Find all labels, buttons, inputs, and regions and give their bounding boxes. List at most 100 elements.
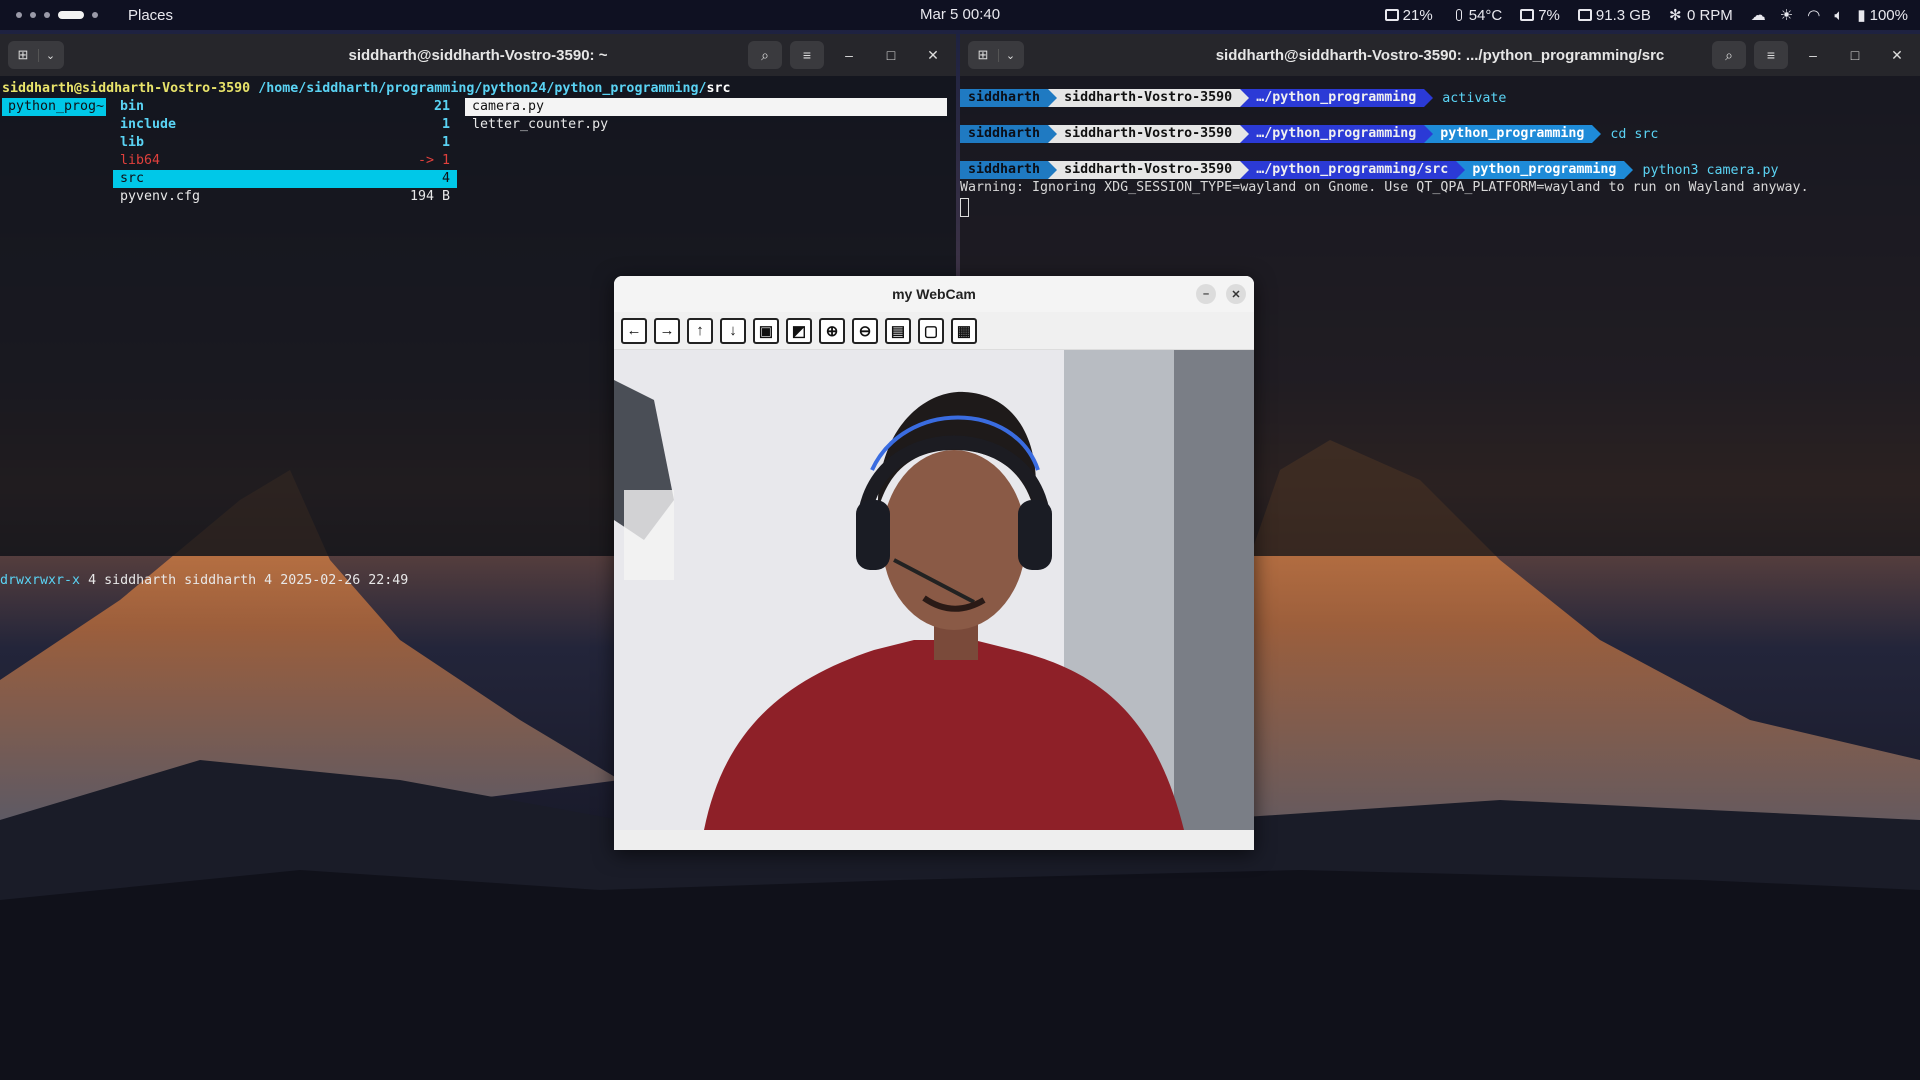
search-icon[interactable]: ⌕: [1712, 41, 1746, 69]
memory-icon: [1520, 9, 1535, 21]
ranger-parent-column[interactable]: python_prog~: [2, 98, 106, 116]
cpu-usage: 21%: [1402, 6, 1433, 24]
prompt-venv: python_programming: [1472, 162, 1617, 177]
list-item[interactable]: include 1: [113, 116, 457, 134]
list-item-selected[interactable]: src 4: [113, 170, 457, 188]
search-icon[interactable]: ⌕: [748, 41, 782, 69]
close-button[interactable]: ✕: [1880, 41, 1914, 69]
list-item[interactable]: pyvenv.cfg 194 B: [113, 188, 457, 206]
prompt-dir: …/python_programming: [1256, 126, 1417, 141]
ranger-current-dir: src: [706, 81, 731, 96]
list-item[interactable]: lib64 -> 1: [113, 152, 457, 170]
places-menu[interactable]: Places: [128, 7, 173, 24]
chevron-down-icon[interactable]: ⌄: [998, 48, 1022, 62]
webcam-statusbar: [614, 830, 1254, 850]
image-icon[interactable]: ▣: [753, 317, 779, 344]
volume-icon[interactable]: 🔈︎: [1834, 7, 1843, 24]
arrow-down-icon[interactable]: ↓: [720, 317, 746, 344]
new-tab-button[interactable]: ⊞ ⌄: [8, 41, 64, 69]
battery-level: 100%: [1869, 6, 1908, 24]
preview-file[interactable]: letter_counter.py: [465, 116, 947, 134]
ranger-preview-column[interactable]: camera.py letter_counter.py: [465, 98, 947, 134]
workspace-dot[interactable]: [30, 12, 36, 18]
preview-file-selected[interactable]: camera.py: [465, 98, 947, 116]
properties-icon[interactable]: ▦: [951, 317, 977, 344]
arrow-right-icon[interactable]: →: [654, 317, 680, 344]
minimize-button[interactable]: –: [1196, 284, 1216, 304]
arrow-up-icon[interactable]: ↑: [687, 317, 713, 344]
webcam-toolbar[interactable]: ← → ↑ ↓ ▣ ◩ ⊕ ⊖ ▤ ▢ ▦: [614, 312, 1254, 350]
ranger-user-host: siddharth@siddharth-Vostro-3590: [2, 81, 251, 96]
new-tab-button[interactable]: ⊞ ⌄: [968, 41, 1024, 69]
prompt-host: siddharth-Vostro-3590: [1064, 162, 1233, 177]
wifi-icon[interactable]: ◠: [1807, 6, 1820, 24]
workspace-dot[interactable]: [44, 12, 50, 18]
prompt-dir: …/python_programming: [1256, 90, 1417, 105]
file-permissions: drwxrwxr-x: [0, 573, 81, 588]
webcam-window[interactable]: my WebCam – ✕ ← → ↑ ↓ ▣ ◩ ⊕ ⊖ ▤ ▢ ▦: [614, 276, 1254, 850]
minimize-button[interactable]: –: [832, 41, 866, 69]
disk-free: 91.3 GB: [1595, 6, 1651, 24]
ranger-path: /home/siddharth/programming/python24/pyt…: [258, 81, 707, 96]
warning-output: Warning: Ignoring XDG_SESSION_TYPE=wayla…: [960, 180, 1809, 195]
save-icon[interactable]: ▤: [885, 317, 911, 344]
webcam-titlebar[interactable]: my WebCam – ✕: [614, 276, 1254, 312]
parent-dir-selected[interactable]: python_prog~: [2, 98, 106, 116]
zoom-in-icon[interactable]: ⊕: [819, 317, 845, 344]
arrow-left-icon[interactable]: ←: [621, 317, 647, 344]
extension-icon[interactable]: ☁: [1751, 6, 1766, 24]
prompt-dir: …/python_programming/src: [1256, 162, 1449, 177]
webcam-title: my WebCam: [892, 286, 976, 302]
webcam-image: [614, 350, 1254, 830]
fan-speed: 0 RPM: [1686, 6, 1733, 24]
workspace-dot[interactable]: [92, 12, 98, 18]
workspace-dot[interactable]: [16, 12, 22, 18]
list-item[interactable]: lib 1: [113, 134, 457, 152]
webcam-video-frame[interactable]: [614, 350, 1254, 830]
clock[interactable]: Mar 5 00:40: [920, 6, 1000, 23]
terminal-cursor: [960, 198, 969, 217]
workspace-indicator[interactable]: [16, 11, 98, 19]
workspace-active[interactable]: [58, 11, 84, 19]
fan-icon: [1669, 6, 1683, 24]
clipboard-icon[interactable]: ▢: [918, 317, 944, 344]
command-text: activate: [1442, 90, 1507, 106]
close-button[interactable]: ✕: [916, 41, 950, 69]
prompt-user: siddharth: [968, 126, 1041, 141]
terminal-titlebar[interactable]: ⊞ ⌄ siddharth@siddharth-Vostro-3590: ~ ⌕…: [0, 34, 956, 76]
command-text: python3 camera.py: [1642, 162, 1779, 178]
list-item[interactable]: bin 21: [113, 98, 457, 116]
close-button[interactable]: ✕: [1226, 284, 1246, 304]
maximize-button[interactable]: □: [1838, 41, 1872, 69]
prompt-line: siddharth siddharth-Vostro-3590 …/python…: [960, 161, 1779, 179]
cpu-temp: 54°C: [1468, 6, 1503, 24]
image-edit-icon[interactable]: ◩: [786, 317, 812, 344]
prompt-line: siddharth siddharth-Vostro-3590 …/python…: [960, 89, 1506, 107]
zoom-out-icon[interactable]: ⊖: [852, 317, 878, 344]
command-text: cd src: [1610, 126, 1659, 142]
new-tab-icon[interactable]: ⊞: [8, 47, 38, 63]
file-info: 4 siddharth siddharth 4 2025-02-26 22:49: [80, 573, 409, 588]
top-panel: Places Mar 5 00:40 21% 54°C 7% 91.3 GB 0…: [0, 0, 1920, 30]
brightness-icon[interactable]: ☀: [1780, 6, 1793, 24]
prompt-host: siddharth-Vostro-3590: [1064, 90, 1233, 105]
ranger-current-column[interactable]: bin 21 include 1 lib 1 lib64 -> 1 src 4 pyven…: [113, 98, 457, 206]
thermometer-icon: [1451, 9, 1465, 21]
terminal-titlebar[interactable]: ⊞ ⌄ siddharth@siddharth-Vostro-3590: ...…: [960, 34, 1920, 76]
cpu-icon: [1384, 9, 1399, 21]
maximize-button[interactable]: □: [874, 41, 908, 69]
new-tab-icon[interactable]: ⊞: [968, 47, 998, 63]
chevron-down-icon[interactable]: ⌄: [38, 48, 62, 62]
minimize-button[interactable]: –: [1796, 41, 1830, 69]
hamburger-menu-icon[interactable]: ≡: [790, 41, 824, 69]
battery-icon[interactable]: ▮: [1857, 6, 1865, 24]
prompt-line: siddharth siddharth-Vostro-3590 …/python…: [960, 125, 1658, 143]
memory-usage: 7%: [1538, 6, 1560, 24]
ranger-statusbar: drwxrwxr-x 4 siddharth siddharth 4 2025-…: [0, 572, 408, 590]
system-indicators[interactable]: 21% 54°C 7% 91.3 GB 0 RPM ☁ ☀ ◠ 🔈︎ ▮ 100…: [1384, 6, 1908, 24]
prompt-user: siddharth: [968, 90, 1041, 105]
prompt-user: siddharth: [968, 162, 1041, 177]
disk-icon: [1577, 9, 1592, 21]
ranger-header: siddharth@siddharth-Vostro-3590 /home/si…: [2, 80, 954, 98]
hamburger-menu-icon[interactable]: ≡: [1754, 41, 1788, 69]
